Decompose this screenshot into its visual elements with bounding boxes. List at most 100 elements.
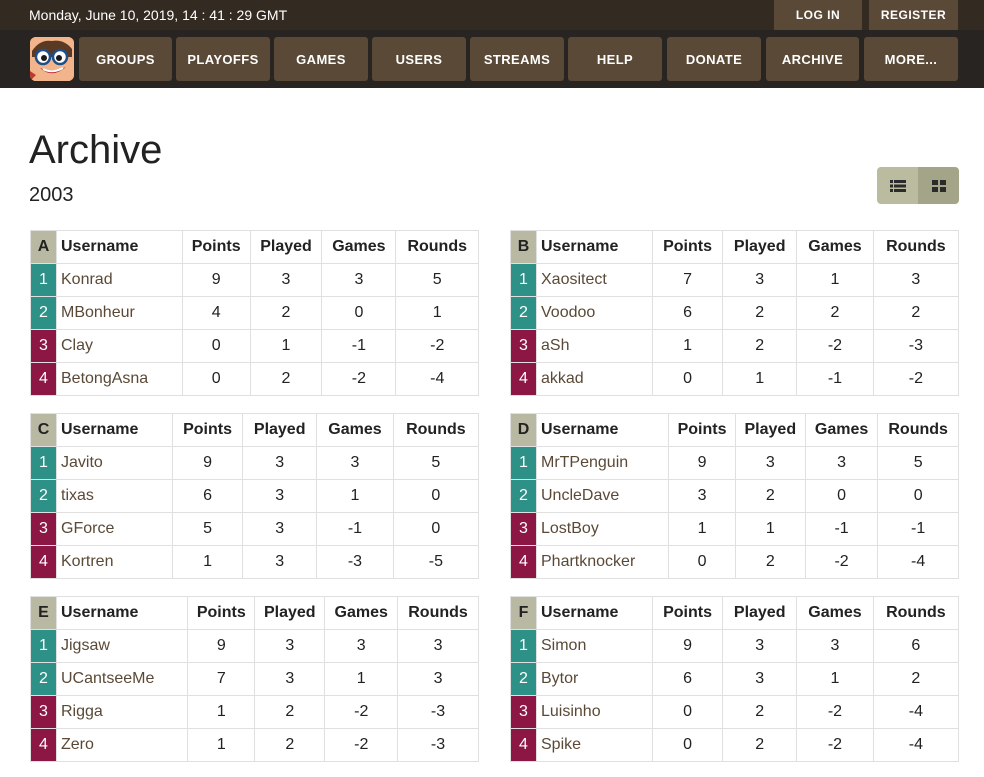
- rounds-cell: -4: [872, 695, 960, 729]
- nav-archive[interactable]: ARCHIVE: [766, 37, 859, 81]
- position-badge-eliminated: 3: [510, 329, 537, 363]
- points-cell: 4: [181, 296, 251, 330]
- username-link[interactable]: Clay: [56, 329, 183, 363]
- username-link[interactable]: Rigga: [55, 695, 189, 729]
- username-link[interactable]: Bytor: [536, 662, 653, 696]
- current-datetime: Monday, June 10, 2019, 14 : 41 : 29 GMT: [29, 7, 288, 23]
- group-table-b: B Username Points Played Games Rounds 1 Xaosite…: [510, 230, 960, 396]
- nav-help[interactable]: HELP: [568, 37, 662, 81]
- column-header-username: Username: [55, 596, 189, 630]
- nav-streams[interactable]: STREAMS: [470, 37, 564, 81]
- points-cell: 1: [187, 695, 256, 729]
- username-link[interactable]: UncleDave: [535, 479, 670, 513]
- rounds-cell: -2: [872, 362, 960, 396]
- username-link[interactable]: Jigsaw: [55, 629, 189, 663]
- nav-donate[interactable]: DONATE: [667, 37, 761, 81]
- login-button[interactable]: LOG IN: [774, 0, 862, 30]
- column-header-games[interactable]: Games: [324, 596, 399, 630]
- nav-playoffs[interactable]: PLAYOFFS: [176, 37, 270, 81]
- column-header-points[interactable]: Points: [651, 596, 724, 630]
- games-cell: 3: [796, 629, 874, 663]
- register-button[interactable]: REGISTER: [869, 0, 958, 30]
- username-link[interactable]: akkad: [536, 362, 653, 396]
- grid-icon: [931, 179, 946, 192]
- username-link[interactable]: Luisinho: [536, 695, 653, 729]
- played-cell: 3: [249, 263, 323, 297]
- column-header-games[interactable]: Games: [316, 413, 394, 447]
- table-row: 4 BetongAsna 0 2 -2 -4: [30, 362, 479, 396]
- rounds-cell: 3: [872, 263, 960, 297]
- games-cell: -2: [324, 728, 399, 762]
- top-bar: Monday, June 10, 2019, 14 : 41 : 29 GMT …: [0, 0, 984, 30]
- nav-groups[interactable]: GROUPS: [79, 37, 172, 81]
- column-header-played[interactable]: Played: [722, 230, 798, 264]
- list-view-button[interactable]: [877, 167, 918, 204]
- column-header-games[interactable]: Games: [796, 230, 874, 264]
- username-link[interactable]: Kortren: [56, 545, 173, 579]
- games-cell: -1: [321, 329, 397, 363]
- username-link[interactable]: BetongAsna: [56, 362, 183, 396]
- column-header-points[interactable]: Points: [181, 230, 251, 264]
- column-header-games[interactable]: Games: [796, 596, 874, 630]
- column-header-played[interactable]: Played: [249, 230, 323, 264]
- column-header-rounds[interactable]: Rounds: [392, 413, 480, 447]
- column-header-points[interactable]: Points: [651, 230, 724, 264]
- played-cell: 1: [249, 329, 323, 363]
- username-link[interactable]: tixas: [56, 479, 173, 513]
- rounds-cell: 5: [392, 446, 480, 480]
- column-header-rounds[interactable]: Rounds: [872, 596, 960, 630]
- column-header-played[interactable]: Played: [722, 596, 798, 630]
- username-link[interactable]: Zero: [55, 728, 189, 762]
- grid-view-button[interactable]: [918, 167, 959, 204]
- site-logo[interactable]: [30, 37, 74, 81]
- rounds-cell: -5: [392, 545, 480, 579]
- games-cell: 3: [324, 629, 399, 663]
- games-cell: -1: [796, 362, 874, 396]
- username-link[interactable]: Konrad: [56, 263, 183, 297]
- column-header-games[interactable]: Games: [804, 413, 879, 447]
- username-link[interactable]: aSh: [536, 329, 653, 363]
- table-row: 4 Zero 1 2 -2 -3: [30, 728, 479, 762]
- column-header-rounds[interactable]: Rounds: [395, 230, 479, 264]
- column-header-points[interactable]: Points: [187, 596, 256, 630]
- position-badge-eliminated: 3: [510, 512, 537, 546]
- main-nav: GROUPS PLAYOFFS GAMES USERS STREAMS HELP…: [0, 30, 984, 88]
- column-header-username: Username: [56, 413, 173, 447]
- position-badge-advance: 1: [30, 446, 57, 480]
- nav-users[interactable]: USERS: [372, 37, 466, 81]
- username-link[interactable]: Javito: [56, 446, 173, 480]
- played-cell: 2: [722, 296, 798, 330]
- username-link[interactable]: MrTPenguin: [535, 446, 670, 480]
- rounds-cell: 5: [395, 263, 479, 297]
- played-cell: 3: [242, 446, 318, 480]
- column-header-points[interactable]: Points: [171, 413, 244, 447]
- username-link[interactable]: GForce: [56, 512, 173, 546]
- column-header-played[interactable]: Played: [242, 413, 318, 447]
- username-link[interactable]: MBonheur: [56, 296, 183, 330]
- column-header-games[interactable]: Games: [321, 230, 397, 264]
- column-header-points[interactable]: Points: [668, 413, 736, 447]
- username-link[interactable]: Xaositect: [536, 263, 653, 297]
- username-link[interactable]: UCantseeMe: [55, 662, 189, 696]
- played-cell: 3: [242, 479, 318, 513]
- column-header-played[interactable]: Played: [254, 596, 326, 630]
- username-link[interactable]: Phartknocker: [535, 545, 670, 579]
- column-header-rounds[interactable]: Rounds: [397, 596, 479, 630]
- username-link[interactable]: Voodoo: [536, 296, 653, 330]
- points-cell: 0: [651, 728, 724, 762]
- points-cell: 0: [668, 545, 736, 579]
- column-header-rounds[interactable]: Rounds: [877, 413, 959, 447]
- group-letter: C: [30, 413, 57, 447]
- column-header-rounds[interactable]: Rounds: [872, 230, 960, 264]
- nav-more[interactable]: MORE...: [864, 37, 958, 81]
- column-header-played[interactable]: Played: [734, 413, 806, 447]
- played-cell: 3: [242, 512, 318, 546]
- table-row: 4 akkad 0 1 -1 -2: [510, 362, 960, 396]
- nav-games[interactable]: GAMES: [274, 37, 368, 81]
- rounds-cell: 2: [872, 296, 960, 330]
- position-badge-advance: 1: [510, 629, 537, 663]
- table-row: 1 Konrad 9 3 3 5: [30, 263, 479, 297]
- username-link[interactable]: Spike: [536, 728, 653, 762]
- username-link[interactable]: Simon: [536, 629, 653, 663]
- username-link[interactable]: LostBoy: [535, 512, 670, 546]
